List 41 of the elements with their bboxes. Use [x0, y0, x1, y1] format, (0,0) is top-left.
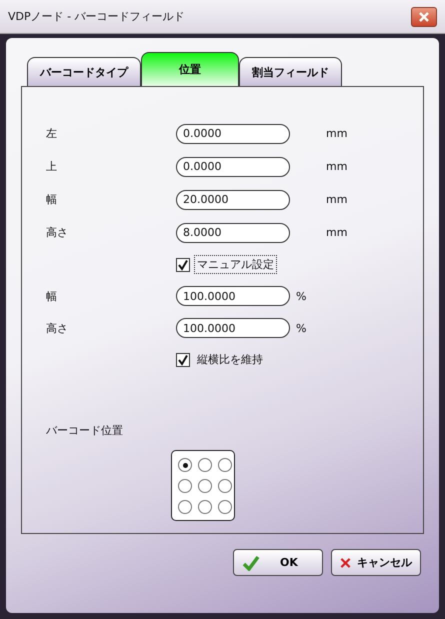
- checkbox-label[interactable]: マニュアル設定: [194, 255, 277, 274]
- checkbox[interactable]: [176, 352, 190, 366]
- input-field[interactable]: 0.0000: [176, 156, 290, 176]
- checkbox-label[interactable]: 縦横比を維持: [194, 350, 266, 369]
- unit-label: %: [296, 290, 306, 302]
- unit-label: mm: [326, 193, 348, 206]
- section-label: バーコード位置: [46, 423, 124, 438]
- tab[interactable]: バーコードタイプ: [27, 57, 141, 86]
- ok-button[interactable]: OK: [233, 549, 323, 576]
- field-label: 幅: [46, 192, 58, 207]
- window-title: VDPノード - バーコードフィールド: [8, 9, 185, 24]
- unit-label: mm: [326, 127, 348, 140]
- close-button[interactable]: [411, 6, 437, 26]
- input-field[interactable]: 0.0000: [176, 124, 290, 144]
- radio-button[interactable]: [178, 458, 192, 472]
- tab[interactable]: 位置: [141, 52, 239, 86]
- input-field[interactable]: 100.0000: [176, 318, 290, 338]
- checkbox[interactable]: [176, 258, 190, 272]
- unit-label: mm: [326, 160, 348, 173]
- radio-button[interactable]: [218, 479, 232, 493]
- unit-label: mm: [326, 226, 348, 239]
- tab[interactable]: 割当フィールド: [239, 57, 342, 86]
- field-label: 上: [46, 159, 58, 174]
- radio-button[interactable]: [198, 458, 212, 472]
- input-field[interactable]: 100.0000: [176, 286, 290, 306]
- unit-label: %: [296, 322, 306, 334]
- radio-button[interactable]: [178, 500, 192, 514]
- radio-button[interactable]: [218, 458, 232, 472]
- cancel-button[interactable]: キャンセル: [331, 549, 421, 576]
- radio-button[interactable]: [198, 500, 212, 514]
- radio-button[interactable]: [218, 500, 232, 514]
- field-label: 高さ: [46, 225, 69, 240]
- field-label: 左: [46, 126, 58, 141]
- input-field[interactable]: 20.0000: [176, 190, 290, 210]
- check-icon: [242, 554, 260, 570]
- field-label: 幅: [46, 288, 58, 304]
- input-field[interactable]: 8.0000: [176, 222, 290, 242]
- radio-button[interactable]: [178, 479, 192, 493]
- radio-button[interactable]: [198, 479, 212, 493]
- field-label: 高さ: [46, 320, 69, 336]
- close-icon: [418, 10, 430, 22]
